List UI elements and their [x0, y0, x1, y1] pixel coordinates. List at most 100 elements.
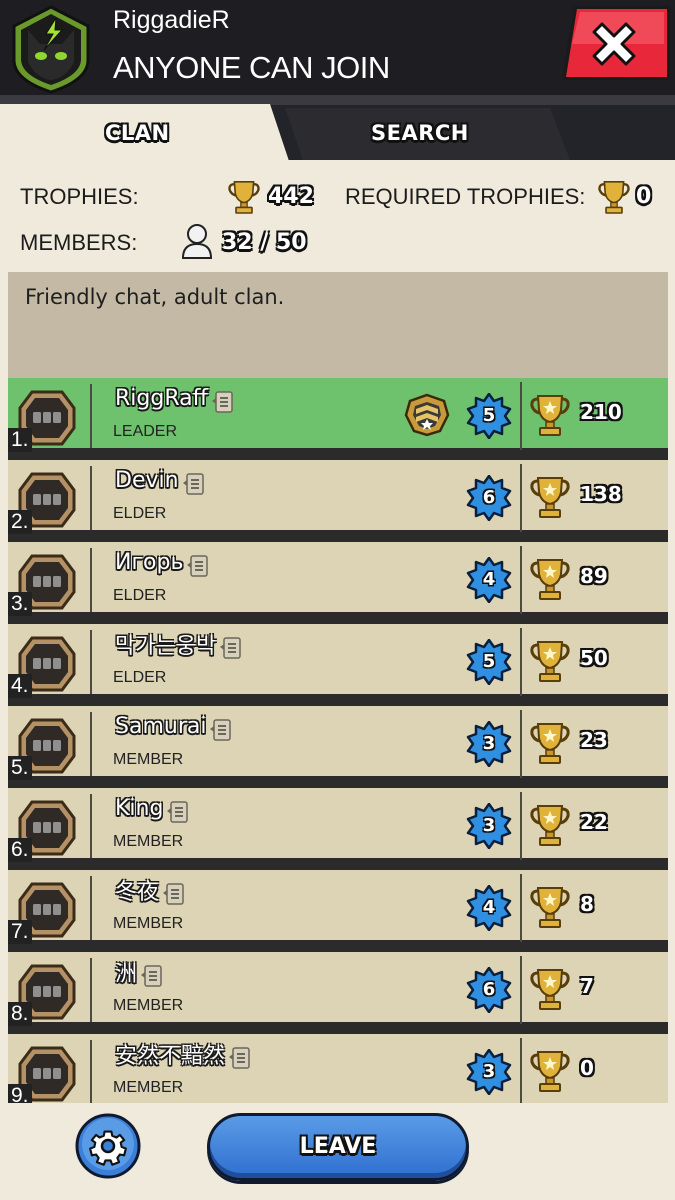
- row-divider: [520, 792, 522, 860]
- trophy-icon: [530, 477, 570, 518]
- member-row[interactable]: 4. 막가는웅박 ELDER 5 50: [8, 624, 668, 700]
- row-divider: [520, 464, 522, 532]
- member-name: Игорь: [115, 549, 184, 575]
- trophy-icon: [530, 1051, 570, 1092]
- clan-description: Friendly chat, adult clan.: [25, 285, 285, 309]
- member-name: 막가는웅박: [115, 634, 217, 659]
- member-row[interactable]: 2. Devin ELDER 6 138: [8, 460, 668, 536]
- trophy-icon: [530, 395, 570, 436]
- footer-bar: LEAVE: [0, 1103, 675, 1200]
- row-divider: [90, 466, 92, 530]
- leave-button-label: LEAVE: [299, 1134, 377, 1159]
- row-divider: [90, 384, 92, 448]
- row-divider: [90, 630, 92, 694]
- member-rank: 1.: [8, 428, 32, 452]
- trophy-icon: [530, 969, 570, 1010]
- row-divider: [90, 958, 92, 1022]
- chat-note-icon: [229, 1047, 250, 1069]
- member-name-group: King: [115, 792, 189, 824]
- member-row[interactable]: 8. 洲 MEMBER 6 7: [8, 952, 668, 1028]
- member-role: LEADER: [113, 423, 178, 440]
- row-divider: [520, 710, 522, 778]
- tab-clan[interactable]: CLAN: [0, 104, 290, 164]
- trophy-icon: [228, 181, 260, 214]
- chat-note-icon: [220, 637, 241, 659]
- member-level: 4: [482, 897, 496, 918]
- settings-button[interactable]: [75, 1113, 141, 1179]
- member-trophies: 23: [580, 728, 608, 752]
- trophy-icon: [530, 641, 570, 682]
- row-divider: [90, 712, 92, 776]
- chat-note-icon: [182, 473, 204, 495]
- member-role: ELDER: [113, 505, 167, 522]
- leave-button[interactable]: LEAVE: [207, 1113, 469, 1181]
- member-name: 安然不黯然: [115, 1044, 226, 1069]
- member-rank: 3.: [8, 592, 32, 616]
- member-trophies: 50: [580, 646, 608, 670]
- chat-note-icon: [167, 801, 189, 823]
- member-name-group: RiggRaff: [115, 382, 234, 414]
- row-divider: [520, 874, 522, 942]
- tab-bar-edge: [0, 95, 675, 105]
- member-row[interactable]: 5. Samurai MEMBER 3 23: [8, 706, 668, 782]
- member-row[interactable]: 1. RiggRaff LEADER 5 210: [8, 378, 668, 454]
- member-level-badge: 5: [466, 639, 512, 685]
- row-divider: [520, 956, 522, 1024]
- member-level: 3: [482, 733, 496, 754]
- member-name-group: 安然不黯然: [115, 1038, 251, 1070]
- row-divider: [90, 794, 92, 858]
- clan-screen: RiggadieR ANYONE CAN JOIN CLAN SEARCH TR…: [0, 0, 675, 1200]
- member-role: MEMBER: [113, 1079, 184, 1096]
- required-trophies-label: REQUIRED TROPHIES:: [345, 184, 586, 209]
- chat-note-icon: [163, 883, 184, 905]
- trophies-label: TROPHIES:: [20, 184, 139, 209]
- member-level: 3: [482, 815, 496, 836]
- clan-header: RiggadieR ANYONE CAN JOIN: [0, 0, 675, 95]
- member-name-group: Samurai: [115, 710, 232, 742]
- member-role: MEMBER: [113, 915, 184, 932]
- clan-info: TROPHIES: 442 REQUIRED TROPHIES: 0 MEMBE…: [0, 160, 675, 275]
- member-name-group: 冬夜: [115, 874, 185, 906]
- tab-search[interactable]: SEARCH: [285, 108, 570, 160]
- member-row[interactable]: 6. King MEMBER 3 22: [8, 788, 668, 864]
- member-role: MEMBER: [113, 997, 184, 1014]
- member-name: 洲: [115, 962, 138, 987]
- tab-search-label: SEARCH: [371, 121, 469, 145]
- member-level: 5: [482, 651, 496, 672]
- trophy-icon: [598, 181, 630, 214]
- row-divider: [520, 1038, 522, 1103]
- member-trophies: 0: [580, 1056, 594, 1080]
- close-button[interactable]: [560, 4, 672, 82]
- member-name-group: 洲: [115, 956, 163, 988]
- person-icon: [181, 224, 213, 259]
- member-level-badge: 3: [466, 1049, 512, 1095]
- clan-trophies-value: 442: [268, 184, 314, 209]
- member-list[interactable]: 1. RiggRaff LEADER 5 210 2. Devin ELDER 6 138 3. Иг…: [8, 378, 668, 1103]
- member-row[interactable]: 3. Игорь ELDER 4 89: [8, 542, 668, 618]
- trophy-icon: [530, 805, 570, 846]
- member-trophies: 138: [580, 482, 622, 506]
- clan-join-status: ANYONE CAN JOIN: [113, 50, 390, 85]
- row-divider: [90, 1040, 92, 1103]
- member-row[interactable]: 7. 冬夜 MEMBER 4 8: [8, 870, 668, 946]
- row-divider: [520, 382, 522, 450]
- member-trophies: 8: [580, 892, 594, 916]
- member-level-badge: 6: [466, 967, 512, 1013]
- member-name: Devin: [115, 467, 179, 493]
- chat-note-icon: [211, 391, 233, 413]
- member-level: 6: [482, 979, 496, 1000]
- member-name-group: 막가는웅박: [115, 628, 242, 660]
- member-rank: 5.: [8, 756, 32, 780]
- clan-badge-icon: [12, 5, 90, 94]
- member-row[interactable]: 9. 安然不黯然 MEMBER 3 0: [8, 1034, 668, 1103]
- member-level-badge: 3: [466, 803, 512, 849]
- member-level: 5: [482, 405, 496, 426]
- member-level: 3: [482, 1061, 496, 1082]
- member-rank: 7.: [8, 920, 32, 944]
- trophy-icon: [530, 559, 570, 600]
- members-count: 32 / 50: [222, 230, 307, 255]
- trophy-icon: [530, 723, 570, 764]
- member-trophies: 210: [580, 400, 622, 424]
- member-level: 4: [482, 569, 496, 590]
- member-trophies: 7: [580, 974, 594, 998]
